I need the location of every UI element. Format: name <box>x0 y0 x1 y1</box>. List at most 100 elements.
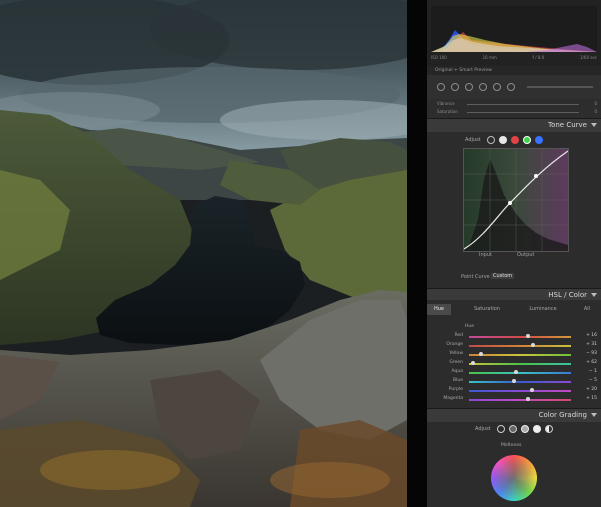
hsl-slider-track[interactable] <box>469 363 571 365</box>
hsl-row-orange: Orange + 31 <box>435 342 597 350</box>
point-curve-rgb-icon[interactable] <box>499 136 507 144</box>
color-grading-title: Color Grading <box>538 411 587 419</box>
highlights-view-icon[interactable] <box>533 425 541 433</box>
hsl-row-value[interactable]: − 1 <box>581 369 597 374</box>
hsl-slider-thumb[interactable] <box>530 387 535 392</box>
midtones-label: Midtones <box>501 443 522 448</box>
hsl-slider-track[interactable] <box>469 372 571 374</box>
hsl-slider-thumb[interactable] <box>526 333 531 338</box>
smart-preview-status[interactable]: Original + Smart Preview <box>427 66 601 75</box>
hsl-slider-track[interactable] <box>469 381 571 383</box>
hsl-row-value[interactable]: + 31 <box>581 342 597 347</box>
hsl-row-label: Green <box>449 360 463 365</box>
hsl-tab-bar: Hue Saturation Luminance All <box>427 304 601 315</box>
tone-curve-adjust-label: Adjust <box>465 137 481 143</box>
photo-canvas[interactable] <box>0 0 407 507</box>
green-channel-icon[interactable] <box>523 136 531 144</box>
hsl-slider-track[interactable] <box>469 354 571 356</box>
presence-section: Vibrance 0 Saturation 0 <box>427 99 601 118</box>
hsl-slider-thumb[interactable] <box>479 351 484 356</box>
hsl-slider-thumb[interactable] <box>513 369 518 374</box>
hsl-slider-thumb[interactable] <box>511 378 516 383</box>
tab-luminance[interactable]: Luminance <box>521 304 565 315</box>
lightroom-window: ISO 100 16 mm f / 8.0 1/60 sec Original … <box>0 0 601 507</box>
mask-icon[interactable] <box>479 83 487 91</box>
tone-curve-graph[interactable] <box>463 148 569 252</box>
hsl-row-value[interactable]: + 16 <box>581 333 597 338</box>
vibrance-slider[interactable] <box>467 104 579 105</box>
shadows-view-icon[interactable] <box>509 425 517 433</box>
hsl-row-value[interactable]: + 15 <box>581 396 597 401</box>
collapse-triangle-icon[interactable] <box>591 413 597 417</box>
tool-slider-track[interactable] <box>527 86 593 88</box>
panel-gutter <box>407 0 427 507</box>
radial-filter-icon[interactable] <box>493 83 501 91</box>
histogram[interactable]: ISO 100 16 mm f / 8.0 1/60 sec <box>427 0 601 66</box>
tab-hue[interactable]: Hue <box>427 304 451 315</box>
hsl-row-aqua: Aqua − 1 <box>435 369 597 377</box>
aperture-value: f / 8.0 <box>532 55 545 60</box>
brush-icon[interactable] <box>507 83 515 91</box>
tone-curve-header[interactable]: Tone Curve <box>427 118 601 133</box>
hsl-row-green: Green + 62 <box>435 360 597 368</box>
saturation-slider[interactable] <box>467 112 579 113</box>
hsl-row-yellow: Yellow − 93 <box>435 351 597 359</box>
three-way-view-icon[interactable] <box>497 425 505 433</box>
saturation-value[interactable]: 0 <box>594 109 597 114</box>
hsl-row-label: Orange <box>446 342 463 347</box>
hsl-row-blue: Blue − 5 <box>435 378 597 386</box>
vibrance-value[interactable]: 0 <box>594 101 597 106</box>
vibrance-row: Vibrance 0 <box>437 101 597 107</box>
hsl-slider-track[interactable] <box>469 336 571 338</box>
crop-icon[interactable] <box>437 83 445 91</box>
midtones-view-icon[interactable] <box>521 425 529 433</box>
heal-icon[interactable] <box>451 83 459 91</box>
point-curve-dropdown[interactable]: Custom <box>491 273 515 279</box>
red-eye-icon[interactable] <box>465 83 473 91</box>
color-grading-header[interactable]: Color Grading <box>427 408 601 423</box>
focal-length: 16 mm <box>482 55 497 60</box>
collapse-triangle-icon[interactable] <box>591 293 597 297</box>
hsl-title: HSL / Color <box>548 291 587 299</box>
red-channel-icon[interactable] <box>511 136 519 144</box>
curve-output-label: Output <box>517 252 535 258</box>
hsl-row-label: Aqua <box>451 369 463 374</box>
hsl-slider-thumb[interactable] <box>471 360 476 365</box>
hsl-slider-track[interactable] <box>469 399 571 401</box>
hsl-row-label: Blue <box>453 378 463 383</box>
iso-value: ISO 100 <box>431 55 447 60</box>
hsl-slider-thumb[interactable] <box>526 396 531 401</box>
global-view-icon[interactable] <box>545 425 553 433</box>
tab-saturation[interactable]: Saturation <box>467 304 507 315</box>
hsl-row-magenta: Magenta + 15 <box>435 396 597 404</box>
curve-input-label: Input <box>479 252 492 258</box>
tool-strip <box>427 75 601 100</box>
saturation-row: Saturation 0 <box>437 109 597 115</box>
develop-panel: ISO 100 16 mm f / 8.0 1/60 sec Original … <box>427 0 601 507</box>
point-curve-label: Point Curve <box>461 274 490 280</box>
hsl-row-red: Red + 16 <box>435 333 597 341</box>
histogram-exif: ISO 100 16 mm f / 8.0 1/60 sec <box>431 55 597 60</box>
hsl-row-label: Yellow <box>449 351 463 356</box>
color-grading-adjust-label: Adjust <box>475 426 491 432</box>
hsl-row-purple: Purple + 20 <box>435 387 597 395</box>
collapse-triangle-icon[interactable] <box>591 123 597 127</box>
vibrance-label: Vibrance <box>437 101 455 106</box>
hsl-row-value[interactable]: + 20 <box>581 387 597 392</box>
hsl-row-value[interactable]: − 5 <box>581 378 597 383</box>
hsl-row-label: Purple <box>448 387 463 392</box>
hsl-slider-track[interactable] <box>469 345 571 347</box>
blue-channel-icon[interactable] <box>535 136 543 144</box>
hsl-group-label: Hue <box>465 324 475 329</box>
tone-curve-canvas <box>463 149 569 251</box>
parametric-curve-icon[interactable] <box>487 136 495 144</box>
hsl-row-value[interactable]: − 93 <box>581 351 597 356</box>
hsl-slider-thumb[interactable] <box>531 342 536 347</box>
landscape-photo <box>0 0 407 507</box>
hsl-row-label: Magenta <box>443 396 463 401</box>
hsl-row-value[interactable]: + 62 <box>581 360 597 365</box>
tone-curve-title: Tone Curve <box>548 121 587 129</box>
hsl-slider-track[interactable] <box>469 390 571 392</box>
tab-all[interactable]: All <box>577 304 597 315</box>
color-wheel-center-shade <box>491 455 537 501</box>
